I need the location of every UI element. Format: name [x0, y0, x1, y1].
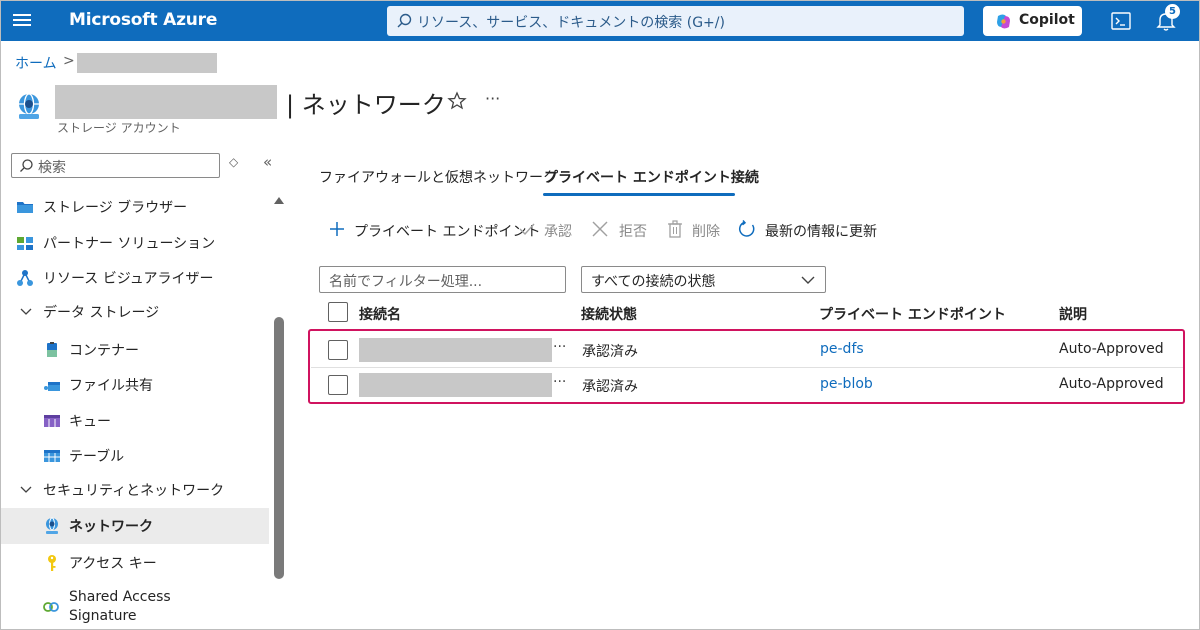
sidebar-group-label: データ ストレージ	[43, 305, 160, 321]
sidebar-item-label: ファイル共有	[69, 378, 153, 394]
sidebar-item-label: ストレージ ブラウザー	[43, 200, 188, 216]
column-header-connection-state[interactable]: 接続状態	[581, 304, 637, 324]
name-filter-placeholder: 名前でフィルター処理...	[329, 274, 483, 290]
link-icon	[43, 602, 59, 612]
global-search-placeholder: リソース、サービス、ドキュメントの検索 (G+/)	[417, 15, 725, 31]
key-icon	[48, 555, 56, 571]
sidebar-item-queues[interactable]: キュー	[1, 403, 269, 439]
breadcrumb-separator: >	[63, 53, 75, 69]
sidebar-item-file-shares[interactable]: ファイル共有	[1, 367, 269, 403]
sidebar-item-resource-visualizer[interactable]: リソース ビジュアライザー	[1, 260, 269, 296]
add-private-endpoint-label: プライベート エンドポイント	[354, 224, 541, 240]
sidebar-item-label: ネットワーク	[69, 519, 153, 535]
queue-icon	[44, 415, 60, 427]
sidebar-group-data-storage[interactable]: データ ストレージ	[1, 294, 269, 330]
tab-firewall-virtual-networks[interactable]: ファイアウォールと仮想ネットワーク	[319, 167, 557, 187]
approve-label: 承認	[544, 224, 572, 240]
chevron-down-icon	[20, 308, 32, 315]
global-search-input[interactable]: リソース、サービス、ドキュメントの検索 (G+/)	[387, 6, 964, 36]
file-share-icon	[44, 382, 60, 391]
column-header-private-endpoint[interactable]: プライベート エンドポイント	[819, 304, 1006, 324]
partner-solutions-icon	[17, 237, 33, 250]
search-icon	[20, 159, 33, 172]
sidebar-item-tables[interactable]: テーブル	[1, 438, 269, 474]
sidebar-item-label-line2: Signature	[69, 608, 137, 624]
notification-badge: 5	[1165, 4, 1180, 19]
resource-type-subtitle: ストレージ アカウント	[57, 121, 181, 135]
sidebar-item-label: リソース ビジュアライザー	[43, 271, 214, 287]
scroll-up-arrow-icon[interactable]	[274, 197, 284, 204]
name-filter-input[interactable]: 名前でフィルター処理...	[319, 266, 566, 293]
add-private-endpoint-button[interactable]: プライベート エンドポイント	[328, 217, 540, 243]
breadcrumb-home-link[interactable]: ホーム	[15, 53, 57, 73]
sidebar-item-label: アクセス キー	[69, 556, 157, 572]
trash-icon	[668, 220, 682, 238]
search-icon	[397, 13, 412, 28]
refresh-button[interactable]: 最新の情報に更新	[738, 217, 883, 243]
copilot-label: Copilot	[1019, 12, 1075, 28]
column-header-description[interactable]: 説明	[1059, 304, 1087, 324]
reject-button[interactable]: 拒否	[591, 217, 651, 243]
tab-private-endpoint-connections[interactable]: プライベート エンドポイント接続	[544, 167, 759, 187]
network-icon	[46, 517, 58, 534]
table-icon	[44, 450, 60, 462]
sidebar-item-shared-access-signature[interactable]: Shared Access Signature	[1, 581, 269, 629]
refresh-icon	[738, 220, 755, 237]
brand-title[interactable]: Microsoft Azure	[69, 10, 217, 30]
approve-button[interactable]: 承認	[518, 217, 578, 243]
sidebar-item-networking[interactable]: ネットワーク	[1, 508, 269, 544]
select-all-checkbox[interactable]	[328, 302, 348, 322]
refresh-label: 最新の情報に更新	[765, 224, 877, 240]
page-title: | ネットワーク	[286, 91, 446, 119]
delete-label: 削除	[692, 224, 720, 240]
sidebar-scrollbar-thumb[interactable]	[274, 317, 284, 579]
sidebar-search-input[interactable]: 検索	[11, 153, 220, 178]
sidebar-item-label: テーブル	[69, 449, 125, 465]
menu-icon[interactable]	[13, 11, 31, 31]
storage-browser-icon	[17, 202, 33, 213]
cloud-shell-icon[interactable]	[1110, 10, 1132, 32]
close-icon	[592, 221, 608, 237]
sidebar-group-label: セキュリティとネットワーク	[43, 483, 225, 499]
active-tab-indicator	[543, 193, 735, 196]
sidebar-item-containers[interactable]: コンテナー	[1, 332, 269, 368]
column-header-connection-name[interactable]: 接続名	[359, 304, 401, 324]
resource-visualizer-icon	[17, 270, 33, 286]
sidebar-search-placeholder: 検索	[38, 160, 66, 176]
copilot-button[interactable]: Copilot	[983, 6, 1082, 36]
copilot-icon	[997, 14, 1010, 29]
sidebar-item-label: パートナー ソリューション	[43, 236, 216, 252]
sidebar-item-label: Shared Access	[69, 589, 171, 605]
highlight-annotation-box	[308, 329, 1185, 404]
plus-icon	[330, 222, 344, 236]
sidebar-item-partner-solutions[interactable]: パートナー ソリューション	[1, 225, 269, 261]
sidebar-group-security-networking[interactable]: セキュリティとネットワーク	[1, 472, 269, 508]
container-icon	[47, 342, 57, 357]
sidebar-item-label: コンテナー	[69, 343, 139, 359]
chevron-down-icon	[801, 276, 815, 284]
delete-button[interactable]: 削除	[666, 217, 726, 243]
connection-state-value: すべての接続の状態	[591, 274, 716, 290]
checkmark-icon	[519, 223, 535, 236]
breadcrumb-redacted-resource[interactable]	[77, 53, 217, 73]
app-window: Microsoft Azure リソース、サービス、ドキュメントの検索 (G+/…	[0, 0, 1200, 630]
sidebar-item-label: キュー	[69, 414, 111, 430]
resource-name-redacted	[55, 85, 277, 119]
sidebar-item-storage-browser[interactable]: ストレージ ブラウザー	[1, 189, 269, 225]
connection-state-dropdown[interactable]: すべての接続の状態	[581, 266, 826, 293]
sidebar-expand-icon[interactable]: ◇	[229, 155, 238, 169]
favorite-star-icon[interactable]	[447, 91, 467, 111]
sidebar-collapse-icon[interactable]: «	[263, 153, 272, 171]
top-bar: Microsoft Azure リソース、サービス、ドキュメントの検索 (G+/…	[1, 1, 1199, 41]
more-options-icon[interactable]: ···	[485, 89, 500, 108]
reject-label: 拒否	[619, 224, 647, 240]
network-globe-icon	[19, 93, 39, 119]
chevron-down-icon	[20, 486, 32, 493]
sidebar-item-access-keys[interactable]: アクセス キー	[1, 545, 269, 581]
